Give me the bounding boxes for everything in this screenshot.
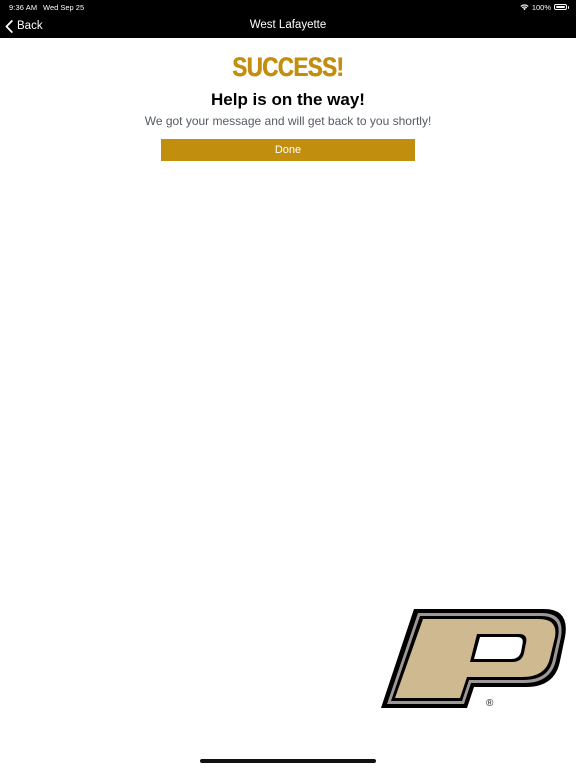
home-indicator[interactable] (200, 759, 376, 763)
wifi-icon (520, 4, 529, 11)
done-button[interactable]: Done (161, 139, 415, 161)
confirmation-title: Help is on the way! (211, 90, 365, 109)
battery-icon (554, 4, 569, 10)
status-indicators: 100% (520, 2, 569, 12)
battery-percent: 100% (531, 2, 551, 12)
registered-mark: ® (486, 698, 494, 709)
status-time: 9:36 AM (9, 3, 38, 12)
nav-title: West Lafayette (249, 19, 327, 31)
purdue-p-logo (381, 609, 566, 708)
status-date: Wed Sep 25 (43, 3, 85, 12)
battery-level-fill (556, 6, 565, 8)
success-heading: SUCCESS! (232, 52, 344, 82)
top-bar: 9:36 AM Wed Sep 25 100% Back West Lafaye… (0, 0, 576, 38)
confirmation-message: We got your message and will get back to… (144, 114, 432, 128)
